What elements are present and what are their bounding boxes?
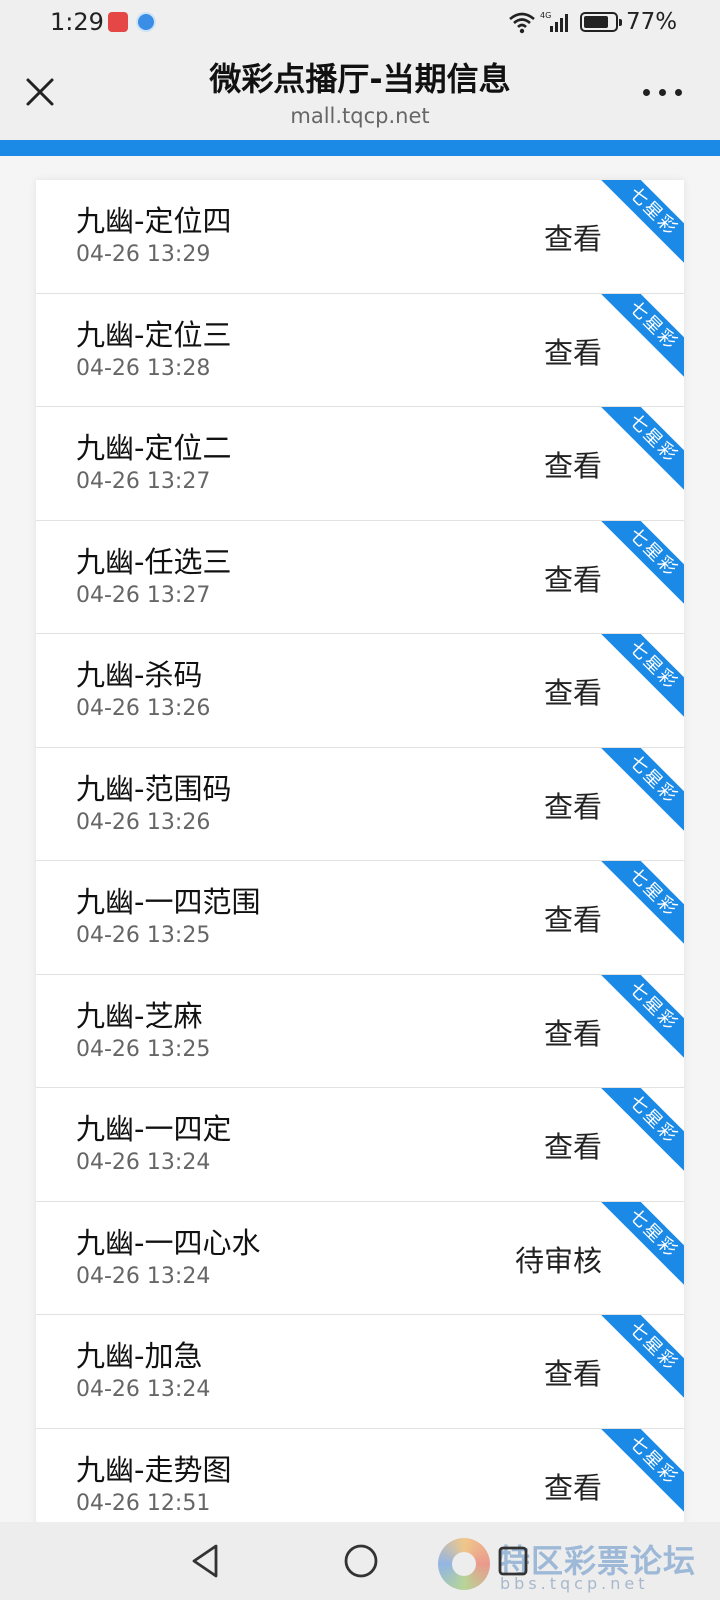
item-title: 九幽-走势图 xyxy=(76,1452,232,1487)
item-time: 04-26 13:27 xyxy=(76,469,211,494)
item-view-button[interactable]: 查看 xyxy=(544,784,602,826)
item-view-button[interactable]: 查看 xyxy=(544,1011,602,1053)
item-time: 04-26 13:24 xyxy=(76,1377,211,1402)
item-time: 04-26 13:28 xyxy=(76,355,211,381)
lottery-tag-ribbon: 七星彩 xyxy=(590,1088,684,1183)
list-item[interactable]: 九幽-任选三 04-26 13:27 查看 七星彩 xyxy=(36,520,684,634)
list-item[interactable]: 九幽-定位二 04-26 13:27 查看 七星彩 xyxy=(36,407,684,521)
lottery-tag-ribbon: 七星彩 xyxy=(590,747,684,843)
list-item[interactable]: 九幽-加急 04-26 13:24 查看 七星彩 xyxy=(36,1315,684,1429)
more-dots-icon[interactable] xyxy=(638,80,686,104)
item-title: 九幽-定位四 xyxy=(76,204,232,238)
item-view-button[interactable]: 查看 xyxy=(544,1124,602,1166)
lottery-tag-ribbon: 七星彩 xyxy=(590,293,684,389)
status-time: 1:29 xyxy=(50,8,104,36)
lottery-tag-ribbon: 七星彩 xyxy=(590,180,684,275)
status-bar: 1:29 4G 77% xyxy=(0,0,720,44)
item-view-button[interactable]: 查看 xyxy=(544,443,602,485)
item-title: 九幽-杀码 xyxy=(76,658,203,692)
system-nav-bar: 特区彩票论坛 bbs.tqcp.net xyxy=(0,1522,720,1600)
back-triangle-icon[interactable] xyxy=(188,1542,224,1580)
notification-app-icon xyxy=(108,12,128,32)
browser-app-icon xyxy=(136,12,156,32)
lottery-tag-ribbon: 七星彩 xyxy=(590,520,684,616)
item-time: 04-26 13:29 xyxy=(76,242,211,267)
list-item[interactable]: 九幽-一四定 04-26 13:24 查看 七星彩 xyxy=(36,1088,684,1202)
item-view-button[interactable]: 查看 xyxy=(544,216,602,258)
list-item[interactable]: 九幽-一四范围 04-26 13:25 查看 七星彩 xyxy=(36,861,684,975)
list-item[interactable]: 九幽-范围码 04-26 13:26 查看 七星彩 xyxy=(36,747,684,861)
wifi-icon xyxy=(509,12,535,34)
item-title: 九幽-一四范围 xyxy=(76,885,261,919)
item-view-button[interactable]: 查看 xyxy=(544,897,602,939)
lottery-tag-ribbon: 七星彩 xyxy=(590,1315,684,1410)
page-load-progress-bar xyxy=(0,140,720,156)
list-item[interactable]: 九幽-杀码 04-26 13:26 查看 七星彩 xyxy=(36,634,684,748)
item-title: 九幽-范围码 xyxy=(76,771,232,806)
item-title: 九幽-任选三 xyxy=(76,544,232,579)
forum-logo-icon xyxy=(438,1538,490,1590)
item-time: 04-26 13:26 xyxy=(76,809,211,835)
page-title: 微彩点播厅-当期信息 xyxy=(209,60,511,98)
item-time: 04-26 13:24 xyxy=(76,1150,211,1175)
svg-text:4G: 4G xyxy=(540,11,551,20)
list-item[interactable]: 九幽-定位四 04-26 13:29 查看 七星彩 xyxy=(36,180,684,294)
item-view-button[interactable]: 查看 xyxy=(544,330,602,372)
list-item[interactable]: 九幽-芝麻 04-26 13:25 查看 七星彩 xyxy=(36,974,684,1088)
item-view-button[interactable]: 查看 xyxy=(544,1465,602,1507)
lottery-tag-ribbon: 七星彩 xyxy=(590,407,684,502)
list-item[interactable]: 九幽-一四心水 04-26 13:24 待审核 七星彩 xyxy=(36,1201,684,1315)
item-time: 04-26 13:26 xyxy=(76,696,211,721)
item-view-button[interactable]: 待审核 xyxy=(515,1238,602,1280)
item-title: 九幽-一四定 xyxy=(76,1112,232,1146)
item-title: 九幽-定位二 xyxy=(76,431,232,465)
battery-icon xyxy=(580,12,622,32)
lottery-tag-ribbon: 七星彩 xyxy=(590,634,684,729)
lottery-tag-ribbon: 七星彩 xyxy=(590,1428,684,1522)
info-list: 九幽-定位四 04-26 13:29 查看 七星彩 九幽-定位三 04-26 13:28 查… xyxy=(36,180,684,1522)
item-title: 九幽-芝麻 xyxy=(76,998,203,1033)
item-view-button[interactable]: 查看 xyxy=(544,670,602,712)
list-item[interactable]: 九幽-定位三 04-26 13:28 查看 七星彩 xyxy=(36,293,684,407)
battery-percent: 77% xyxy=(626,9,678,35)
browser-header: 微彩点播厅-当期信息 mall.tqcp.net xyxy=(0,44,720,140)
lottery-tag-ribbon: 七星彩 xyxy=(590,1201,684,1297)
content-area[interactable]: 九幽-定位四 04-26 13:29 查看 七星彩 九幽-定位三 04-26 13:28 查… xyxy=(0,156,720,1522)
item-title: 九幽-定位三 xyxy=(76,317,232,352)
list-item[interactable]: 九幽-走势图 04-26 12:51 查看 七星彩 xyxy=(36,1428,684,1522)
dot xyxy=(674,88,682,96)
item-time: 04-26 13:25 xyxy=(76,1036,211,1062)
item-title: 九幽-加急 xyxy=(76,1339,203,1373)
dot xyxy=(658,88,666,96)
item-time: 04-26 12:51 xyxy=(76,1490,211,1516)
forum-watermark: 特区彩票论坛 bbs.tqcp.net xyxy=(430,1532,720,1596)
dot xyxy=(642,88,650,96)
lottery-tag-ribbon: 七星彩 xyxy=(590,974,684,1070)
recent-square-icon[interactable] xyxy=(496,1544,530,1578)
home-circle-icon[interactable] xyxy=(342,1542,380,1580)
item-title: 九幽-一四心水 xyxy=(76,1225,261,1260)
page-url: mall.tqcp.net xyxy=(290,104,430,128)
item-time: 04-26 13:27 xyxy=(76,582,211,608)
lottery-tag-ribbon: 七星彩 xyxy=(590,861,684,956)
item-time: 04-26 13:25 xyxy=(76,923,211,948)
item-time: 04-26 13:24 xyxy=(76,1263,211,1289)
item-view-button[interactable]: 查看 xyxy=(544,557,602,599)
item-view-button[interactable]: 查看 xyxy=(544,1351,602,1393)
signal-icon: 4G xyxy=(540,11,568,32)
